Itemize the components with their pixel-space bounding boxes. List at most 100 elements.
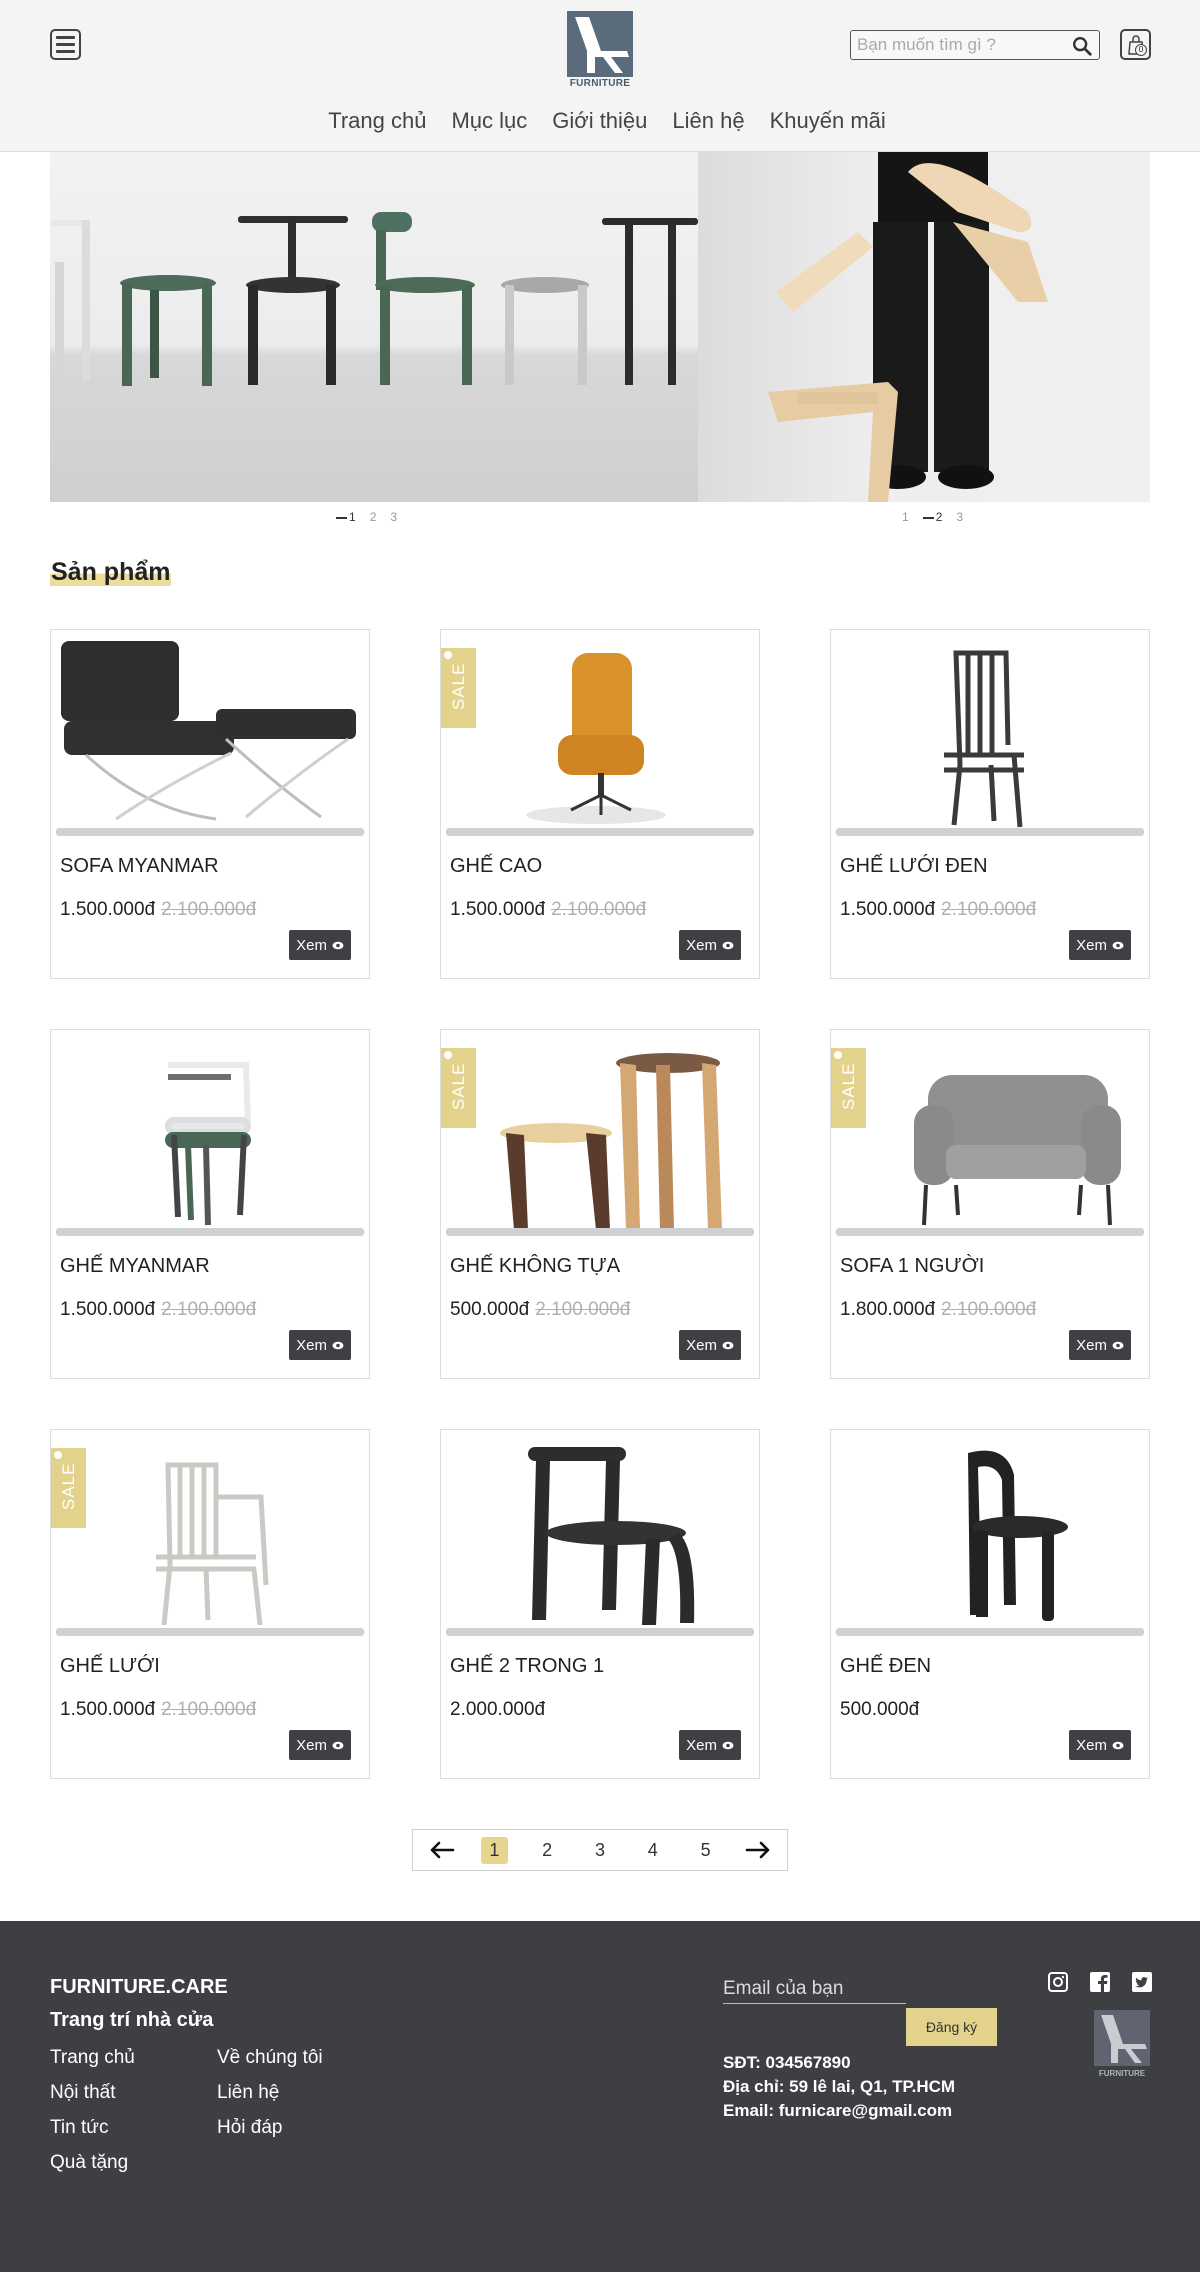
nav-catalog[interactable]: Mục lục bbox=[451, 108, 527, 134]
product-name[interactable]: GHẾ MYANMAR bbox=[60, 1255, 210, 1278]
product-name[interactable]: GHẾ LƯỚI ĐEN bbox=[840, 855, 988, 878]
page-1[interactable]: 1 bbox=[480, 1836, 508, 1864]
nav-home[interactable]: Trang chủ bbox=[328, 108, 426, 134]
view-button[interactable]: Xem bbox=[1069, 1330, 1131, 1360]
product-card[interactable]: GHẾ ĐEN 500.000đ Xem bbox=[830, 1429, 1150, 1779]
view-button[interactable]: Xem bbox=[679, 1730, 741, 1760]
banner-dot-3[interactable]: 3 bbox=[390, 510, 397, 524]
cart-count-badge: 0 bbox=[1135, 44, 1147, 56]
banner-slide-person-chair bbox=[698, 152, 1150, 502]
product-image[interactable] bbox=[446, 1435, 754, 1630]
footer-link-contact[interactable]: Liên hệ bbox=[217, 2082, 323, 2104]
product-image[interactable] bbox=[836, 1435, 1144, 1630]
hamburger-menu-icon[interactable] bbox=[50, 29, 81, 60]
footer-link-gifts[interactable]: Quà tặng bbox=[50, 2152, 135, 2174]
search-input[interactable] bbox=[857, 35, 1067, 55]
facebook-icon[interactable] bbox=[1089, 1971, 1111, 1993]
view-label: Xem bbox=[296, 1336, 327, 1354]
product-name[interactable]: GHẾ 2 TRONG 1 bbox=[450, 1655, 604, 1678]
view-button[interactable]: Xem bbox=[1069, 1730, 1131, 1760]
product-name[interactable]: SOFA 1 NGƯỜI bbox=[840, 1255, 984, 1278]
product-price: 1.500.000đ 2.100.000đ bbox=[60, 899, 256, 921]
logo-chair-icon bbox=[567, 11, 633, 77]
search-icon[interactable] bbox=[1071, 35, 1093, 57]
banner-dots-right: 1 2 3 bbox=[902, 510, 963, 524]
section-title: Sản phẩm bbox=[50, 558, 172, 586]
footer-link-home[interactable]: Trang chủ bbox=[50, 2047, 135, 2069]
view-button[interactable]: Xem bbox=[679, 930, 741, 960]
banner-dot-1[interactable]: 1 bbox=[336, 510, 356, 524]
nav-about[interactable]: Giới thiệu bbox=[552, 108, 647, 134]
view-label: Xem bbox=[1076, 1336, 1107, 1354]
view-label: Xem bbox=[296, 1736, 327, 1754]
product-card[interactable]: GHẾ MYANMAR 1.500.000đ 2.100.000đ Xem bbox=[50, 1029, 370, 1379]
nav-contact[interactable]: Liên hệ bbox=[672, 108, 744, 134]
site-logo[interactable]: FURNITURE bbox=[567, 11, 633, 89]
page-3[interactable]: 3 bbox=[586, 1837, 613, 1864]
current-price: 500.000đ bbox=[450, 1299, 530, 1320]
site-header: FURNITURE 0 Trang chủ Mục lục Giới thiệu… bbox=[0, 0, 1200, 152]
product-name[interactable]: GHẾ CAO bbox=[450, 855, 542, 878]
view-button[interactable]: Xem bbox=[679, 1330, 741, 1360]
banner-dot-3[interactable]: 3 bbox=[956, 510, 963, 524]
footer-tagline: Trang trí nhà cửa bbox=[50, 2009, 214, 2031]
product-price: 500.000đ 2.100.000đ bbox=[450, 1299, 630, 1321]
view-button[interactable]: Xem bbox=[1069, 930, 1131, 960]
footer-link-faq[interactable]: Hỏi đáp bbox=[217, 2117, 323, 2139]
footer-link-furniture[interactable]: Nội thất bbox=[50, 2082, 135, 2104]
cart-button[interactable]: 0 bbox=[1120, 29, 1151, 60]
twitter-icon[interactable] bbox=[1131, 1971, 1153, 1993]
site-footer: FURNITURE.CARE Trang trí nhà cửa Trang c… bbox=[0, 1921, 1200, 2272]
contact-email: Email: furnicare@gmail.com bbox=[723, 2101, 953, 2120]
product-image[interactable] bbox=[56, 635, 364, 830]
footer-link-news[interactable]: Tin tức bbox=[50, 2117, 135, 2139]
product-image[interactable] bbox=[446, 1035, 754, 1230]
image-divider bbox=[56, 828, 364, 836]
view-button[interactable]: Xem bbox=[289, 1330, 351, 1360]
product-image[interactable] bbox=[56, 1035, 364, 1230]
page-5[interactable]: 5 bbox=[692, 1837, 719, 1864]
product-price: 1.500.000đ 2.100.000đ bbox=[840, 899, 1036, 921]
view-label: Xem bbox=[1076, 1736, 1107, 1754]
hero-banner[interactable] bbox=[50, 152, 1150, 502]
product-name[interactable]: GHẾ ĐEN bbox=[840, 1655, 931, 1678]
product-price: 1.500.000đ 2.100.000đ bbox=[450, 899, 646, 921]
banner-dot-2[interactable]: 2 bbox=[922, 510, 942, 524]
page-2[interactable]: 2 bbox=[534, 1837, 561, 1864]
product-image[interactable] bbox=[836, 635, 1144, 830]
view-label: Xem bbox=[1076, 936, 1107, 954]
product-card[interactable]: SALE GHẾ LƯỚI 1.500.000đ 2.100.000đ Xem bbox=[50, 1429, 370, 1779]
product-card[interactable]: SALE SOFA 1 NGƯỜI 1.800.000đ 2.100.000đ Xem bbox=[830, 1029, 1150, 1379]
product-image[interactable] bbox=[836, 1035, 1144, 1230]
current-price: 1.500.000đ bbox=[450, 899, 546, 920]
product-image[interactable] bbox=[56, 1435, 364, 1630]
footer-link-about[interactable]: Về chúng tôi bbox=[217, 2047, 323, 2069]
newsletter-email-input[interactable] bbox=[723, 1976, 906, 2004]
product-name[interactable]: GHẾ LƯỚI bbox=[60, 1655, 160, 1678]
product-card[interactable]: SALE GHẾ KHÔNG TỰA 500.000đ 2.100.000đ Xem bbox=[440, 1029, 760, 1379]
eye-icon bbox=[332, 941, 344, 949]
page-4[interactable]: 4 bbox=[639, 1837, 666, 1864]
product-card[interactable]: GHẾ LƯỚI ĐEN 1.500.000đ 2.100.000đ Xem bbox=[830, 629, 1150, 979]
nav-promotions[interactable]: Khuyến mãi bbox=[770, 108, 886, 134]
instagram-icon[interactable] bbox=[1047, 1971, 1069, 1993]
product-name[interactable]: SOFA MYANMAR bbox=[60, 855, 219, 878]
banner-dot-2[interactable]: 2 bbox=[370, 510, 377, 524]
product-card[interactable]: SOFA MYANMAR 1.500.000đ 2.100.000đ Xem bbox=[50, 629, 370, 979]
sale-badge: SALE bbox=[831, 1048, 866, 1128]
product-price: 1.500.000đ 2.100.000đ bbox=[60, 1699, 256, 1721]
subscribe-button[interactable]: Đăng ký bbox=[906, 2008, 997, 2046]
banner-dot-1[interactable]: 1 bbox=[902, 510, 909, 524]
sale-badge: SALE bbox=[441, 648, 476, 728]
product-card[interactable]: SALE GHẾ CAO 1.500.000đ 2.100.000đ Xem bbox=[440, 629, 760, 979]
eye-icon bbox=[722, 1741, 734, 1749]
arrow-right-icon[interactable] bbox=[745, 1840, 771, 1860]
view-button[interactable]: Xem bbox=[289, 930, 351, 960]
footer-logo[interactable]: FURNITURE bbox=[1094, 2010, 1150, 2080]
product-image[interactable] bbox=[446, 635, 754, 830]
product-card[interactable]: GHẾ 2 TRONG 1 2.000.000đ Xem bbox=[440, 1429, 760, 1779]
view-button[interactable]: Xem bbox=[289, 1730, 351, 1760]
newsletter-form: Đăng ký bbox=[723, 1976, 997, 2046]
product-name[interactable]: GHẾ KHÔNG TỰA bbox=[450, 1255, 620, 1278]
arrow-left-icon[interactable] bbox=[429, 1840, 455, 1860]
